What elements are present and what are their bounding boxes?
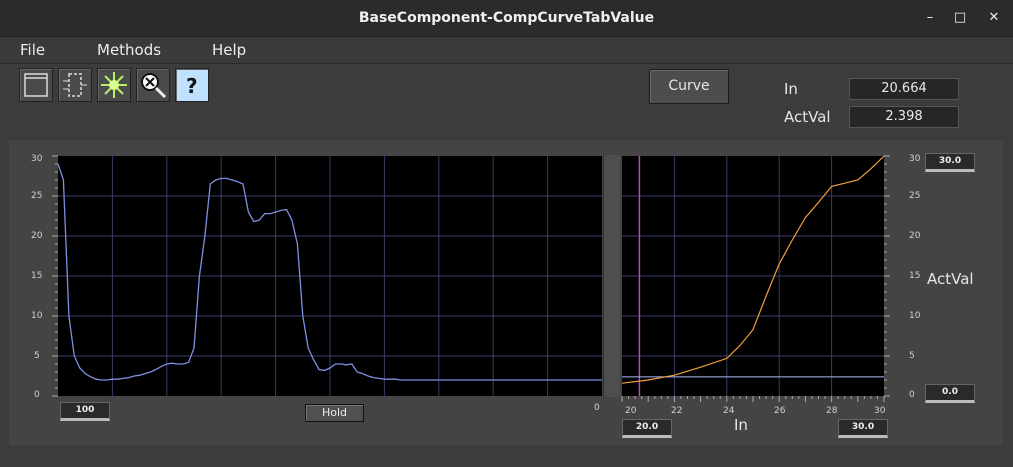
svg-text:?: ? bbox=[186, 74, 198, 98]
curve-x-tick: 24 bbox=[723, 406, 735, 416]
close-button[interactable]: ✕ bbox=[985, 9, 1003, 27]
curve-x-tick: 28 bbox=[826, 406, 838, 416]
history-y-tick: 10 bbox=[31, 311, 43, 321]
y-max-field[interactable]: 30.0 bbox=[925, 153, 975, 172]
history-y-tick: 20 bbox=[31, 231, 43, 241]
curve-y-label: ActVal bbox=[927, 270, 974, 288]
hold-button[interactable]: Hold bbox=[305, 404, 364, 422]
burst-icon-button[interactable] bbox=[97, 68, 131, 102]
curve-plot bbox=[620, 154, 920, 424]
curve-y-tick: 0 bbox=[909, 390, 915, 400]
history-y-tick: 30 bbox=[31, 154, 43, 164]
history-y-tick: 5 bbox=[34, 351, 40, 361]
curve-y-tick: 15 bbox=[909, 271, 921, 281]
history-plot bbox=[42, 154, 602, 400]
curve-y-tick: 5 bbox=[909, 351, 915, 361]
zoom-reset-icon bbox=[141, 73, 167, 99]
toolbar: ? Curve In 20.664 ActVal 2.398 bbox=[0, 64, 1013, 130]
curve-x-tick: 20 bbox=[625, 406, 637, 416]
y-min-field[interactable]: 0.0 bbox=[925, 384, 975, 403]
curve-x-tick: 22 bbox=[671, 406, 683, 416]
menu-help[interactable]: Help bbox=[212, 41, 246, 59]
help-icon-button[interactable]: ? bbox=[175, 68, 209, 102]
curve-x-tick: 30 bbox=[874, 406, 886, 416]
menu-file[interactable]: File bbox=[20, 41, 45, 59]
time-window-field[interactable]: 100 bbox=[60, 402, 110, 421]
menu-bar: File Methods Help bbox=[0, 37, 1013, 64]
window-title: BaseComponent-CompCurveTabValue bbox=[358, 10, 655, 26]
x-max-field[interactable]: 30.0 bbox=[838, 419, 888, 438]
component-icon-button[interactable] bbox=[58, 68, 92, 102]
history-y-tick: 15 bbox=[31, 271, 43, 281]
maximize-button[interactable]: □ bbox=[951, 9, 969, 27]
help-icon: ? bbox=[186, 74, 198, 98]
title-bar: BaseComponent-CompCurveTabValue – □ ✕ bbox=[0, 0, 1013, 37]
history-right-label: 0 bbox=[594, 403, 600, 413]
curve-y-tick: 30 bbox=[909, 154, 921, 164]
menu-methods[interactable]: Methods bbox=[97, 41, 161, 59]
burst-icon bbox=[101, 72, 127, 98]
in-label: In bbox=[784, 80, 798, 98]
curve-y-tick: 20 bbox=[909, 231, 921, 241]
in-value: 20.664 bbox=[849, 78, 959, 100]
curve-y-tick: 25 bbox=[909, 191, 921, 201]
component-icon bbox=[63, 73, 87, 97]
curve-button[interactable]: Curve bbox=[649, 69, 729, 104]
minimize-button[interactable]: – bbox=[921, 9, 939, 27]
window-icon bbox=[24, 73, 48, 97]
actval-value: 2.398 bbox=[849, 106, 959, 128]
curve-x-label: In bbox=[734, 416, 748, 434]
curve-x-tick: 26 bbox=[774, 406, 786, 416]
zoom-reset-icon-button[interactable] bbox=[136, 68, 170, 102]
history-y-tick: 0 bbox=[34, 390, 40, 400]
history-y-tick: 25 bbox=[31, 191, 43, 201]
curve-y-tick: 10 bbox=[909, 311, 921, 321]
window-icon-button[interactable] bbox=[19, 68, 53, 102]
x-min-field[interactable]: 20.0 bbox=[622, 419, 672, 438]
actval-label: ActVal bbox=[784, 108, 831, 126]
